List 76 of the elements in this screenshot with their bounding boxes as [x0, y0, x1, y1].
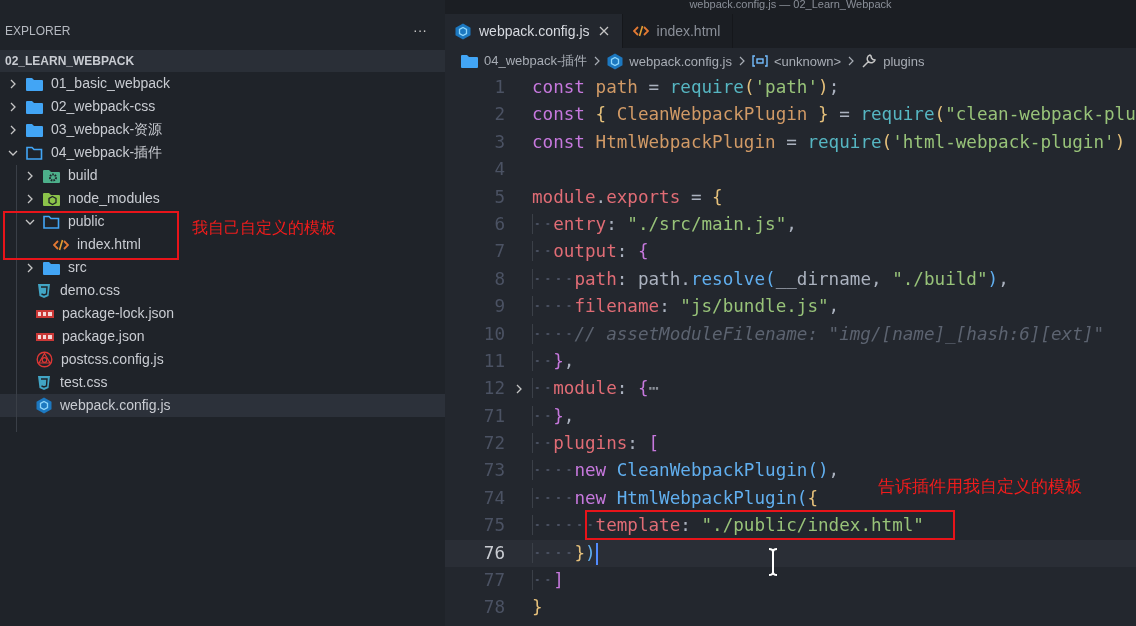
tree-item[interactable]: src — [0, 256, 95, 279]
chevron-right-icon — [8, 124, 18, 135]
code-line: entry: "./src/main.js", — [532, 210, 797, 239]
code-line: } — [532, 596, 543, 620]
code-line: new CleanWebpackPlugin(), — [532, 457, 840, 485]
code-icon — [53, 238, 69, 251]
breadcrumb-item[interactable]: plugins — [883, 53, 925, 69]
cube-icon — [36, 397, 52, 414]
folder-icon — [461, 54, 478, 68]
chevron-right-icon — [8, 101, 18, 112]
chevron-right-icon — [847, 56, 856, 66]
chevron-right-icon — [593, 56, 602, 66]
hexagon-folder-icon — [43, 191, 60, 206]
chevron-right-icon — [25, 170, 35, 181]
close-icon — [597, 25, 610, 37]
code-icon — [632, 25, 649, 37]
code-line: }) — [532, 539, 598, 568]
code-line: template: "./public/index.html" — [532, 512, 924, 540]
code-line: const { CleanWebpackPlugin } = require("clean-webpack-plu — [532, 103, 1136, 127]
chevron-right-icon — [25, 262, 35, 273]
package-icon — [36, 309, 54, 318]
window-title: webpack.config.js — 02_Learn_Webpack — [445, 0, 1136, 14]
tree-item[interactable]: 02_webpack-css — [0, 95, 164, 118]
code-line: filename: "js/bundle.js", — [532, 293, 840, 321]
package-icon — [36, 332, 54, 341]
panel-title: EXPLORER — [5, 23, 71, 39]
cube-icon — [455, 22, 471, 40]
wrench-icon — [861, 53, 878, 69]
code-line: const path = require('path'); — [532, 76, 840, 99]
tree-item[interactable]: 01_basic_webpack — [0, 72, 179, 95]
code-line: module: {⋯ — [532, 375, 660, 403]
code-line: }, — [532, 347, 575, 376]
tree-item[interactable]: build — [0, 164, 106, 187]
folder-icon — [26, 122, 43, 137]
folder-icon — [26, 99, 43, 114]
more-actions-button[interactable]: ··· — [413, 23, 427, 37]
code-line: output: { — [532, 238, 649, 266]
breadcrumb-item[interactable]: <unknown> — [773, 53, 842, 69]
text-cursor-icon — [767, 548, 779, 576]
code-line: path: path.resolve(__dirname, "./build"), — [532, 265, 1009, 294]
annotation-text: 告诉插件用我自定义的模板 — [878, 476, 1082, 496]
folder-icon — [26, 76, 43, 91]
breadcrumb-item[interactable]: webpack.config.js — [629, 53, 732, 69]
code-line: plugins: [ — [532, 430, 660, 458]
tree-item[interactable]: package.json — [0, 325, 153, 348]
tree-item[interactable]: 04_webpack-插件 — [0, 141, 171, 164]
workspace-header[interactable]: 02_LEARN_WEBPACK — [0, 50, 445, 72]
tree-item[interactable]: public — [0, 210, 113, 233]
folder-icon — [43, 214, 60, 229]
code-line: module.exports = { — [532, 185, 723, 209]
editor-tab[interactable]: webpack.config.js — [445, 14, 623, 48]
tree-item[interactable]: package-lock.json — [0, 302, 183, 325]
code-line: new HtmlWebpackPlugin({ — [532, 484, 818, 513]
tree-item[interactable]: index.html — [0, 233, 149, 256]
tree-item[interactable]: webpack.config.js — [0, 394, 445, 417]
annotation-text: 我自己自定义的模板 — [192, 218, 336, 238]
chevron-right-icon — [8, 78, 18, 89]
folder-icon — [43, 260, 60, 275]
chevron-right-icon — [737, 56, 746, 66]
cube-icon — [607, 52, 624, 70]
tree-item[interactable]: postcss.config.js — [0, 348, 172, 371]
tree-item[interactable]: demo.css — [0, 279, 128, 302]
tree-item[interactable]: test.css — [0, 371, 116, 394]
line-number: 76 — [482, 541, 505, 565]
tree-item[interactable]: 03_webpack-资源 — [0, 118, 171, 141]
css-shield-icon — [36, 374, 52, 391]
code-line: }, — [532, 402, 575, 431]
gear-folder-icon — [43, 168, 60, 183]
code-line: const HtmlWebpackPlugin = require('html-webpack-plugin') — [532, 130, 1126, 154]
variable-icon — [751, 55, 768, 67]
chevron-right-icon — [25, 193, 35, 204]
css-shield-icon — [36, 282, 52, 299]
breadcrumb-item[interactable]: 04_webpack-插件 — [484, 52, 588, 70]
folder-icon — [26, 145, 43, 160]
code-line: // assetModuleFilename: "img/[name]_[hash:6][ext]" — [532, 320, 1104, 348]
tree-item[interactable]: node_modules — [0, 187, 168, 210]
